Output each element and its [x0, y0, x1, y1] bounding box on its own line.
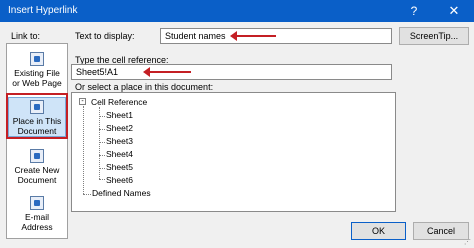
- highlight-box: [6, 93, 68, 139]
- tree-item-defined-names[interactable]: Defined Names: [92, 188, 151, 198]
- tree-branch: [99, 168, 105, 169]
- tree-branch: [99, 116, 105, 117]
- cancel-button[interactable]: Cancel: [413, 222, 469, 240]
- place-tree[interactable]: - Cell Reference Sheet1 Sheet2 Sheet3 Sh…: [71, 92, 396, 212]
- title-bar: Insert Hyperlink ? ✕: [0, 0, 474, 22]
- existing-file-label-2: or Web Page: [12, 78, 62, 88]
- new-document-icon: [30, 149, 44, 163]
- text-to-display-input[interactable]: Student names: [160, 28, 392, 44]
- create-new-label-2: Document: [17, 175, 57, 185]
- tree-item-sheet6[interactable]: Sheet6: [106, 175, 133, 185]
- link-to-label: Link to:: [11, 31, 41, 41]
- email-icon: [30, 196, 44, 210]
- help-button[interactable]: ?: [396, 0, 432, 22]
- resize-grip-icon[interactable]: ⋰: [464, 238, 472, 246]
- tree-item-sheet3[interactable]: Sheet3: [106, 136, 133, 146]
- tree-branch: [99, 129, 105, 130]
- link-to-bar: Existing File or Web Page Place in This …: [6, 43, 68, 239]
- tree-branch: [99, 155, 105, 156]
- tree-item-sheet5[interactable]: Sheet5: [106, 162, 133, 172]
- ok-button[interactable]: OK: [351, 222, 406, 240]
- collapse-toggle[interactable]: -: [79, 98, 86, 105]
- tree-line-root: [83, 106, 84, 194]
- red-arrow-cell: [143, 67, 191, 77]
- cell-reference-input[interactable]: Sheet5!A1: [71, 64, 392, 80]
- link-to-email[interactable]: E-mail Address: [8, 196, 66, 232]
- tree-item-sheet4[interactable]: Sheet4: [106, 149, 133, 159]
- tree-item-sheet1[interactable]: Sheet1: [106, 110, 133, 120]
- close-button[interactable]: ✕: [434, 0, 474, 22]
- web-page-icon: [30, 52, 44, 66]
- tree-item-sheet2[interactable]: Sheet2: [106, 123, 133, 133]
- tree-root-cell-reference[interactable]: Cell Reference: [91, 97, 147, 107]
- place-select-label: Or select a place in this document:: [75, 82, 214, 92]
- existing-file-label-1: Existing File: [14, 68, 60, 78]
- tree-branch: [99, 142, 105, 143]
- text-to-display-label: Text to display:: [75, 31, 135, 41]
- email-label-2: Address: [21, 222, 53, 232]
- red-arrow-display: [230, 31, 276, 41]
- screentip-button[interactable]: ScreenTip...: [399, 27, 469, 45]
- link-to-existing-file[interactable]: Existing File or Web Page: [8, 52, 66, 88]
- dialog-title: Insert Hyperlink: [8, 5, 78, 16]
- create-new-label-1: Create New: [14, 165, 60, 175]
- tree-branch: [99, 179, 105, 180]
- tree-branch: [83, 194, 91, 195]
- link-to-create-new[interactable]: Create New Document: [8, 149, 66, 185]
- email-label-1: E-mail: [24, 212, 50, 222]
